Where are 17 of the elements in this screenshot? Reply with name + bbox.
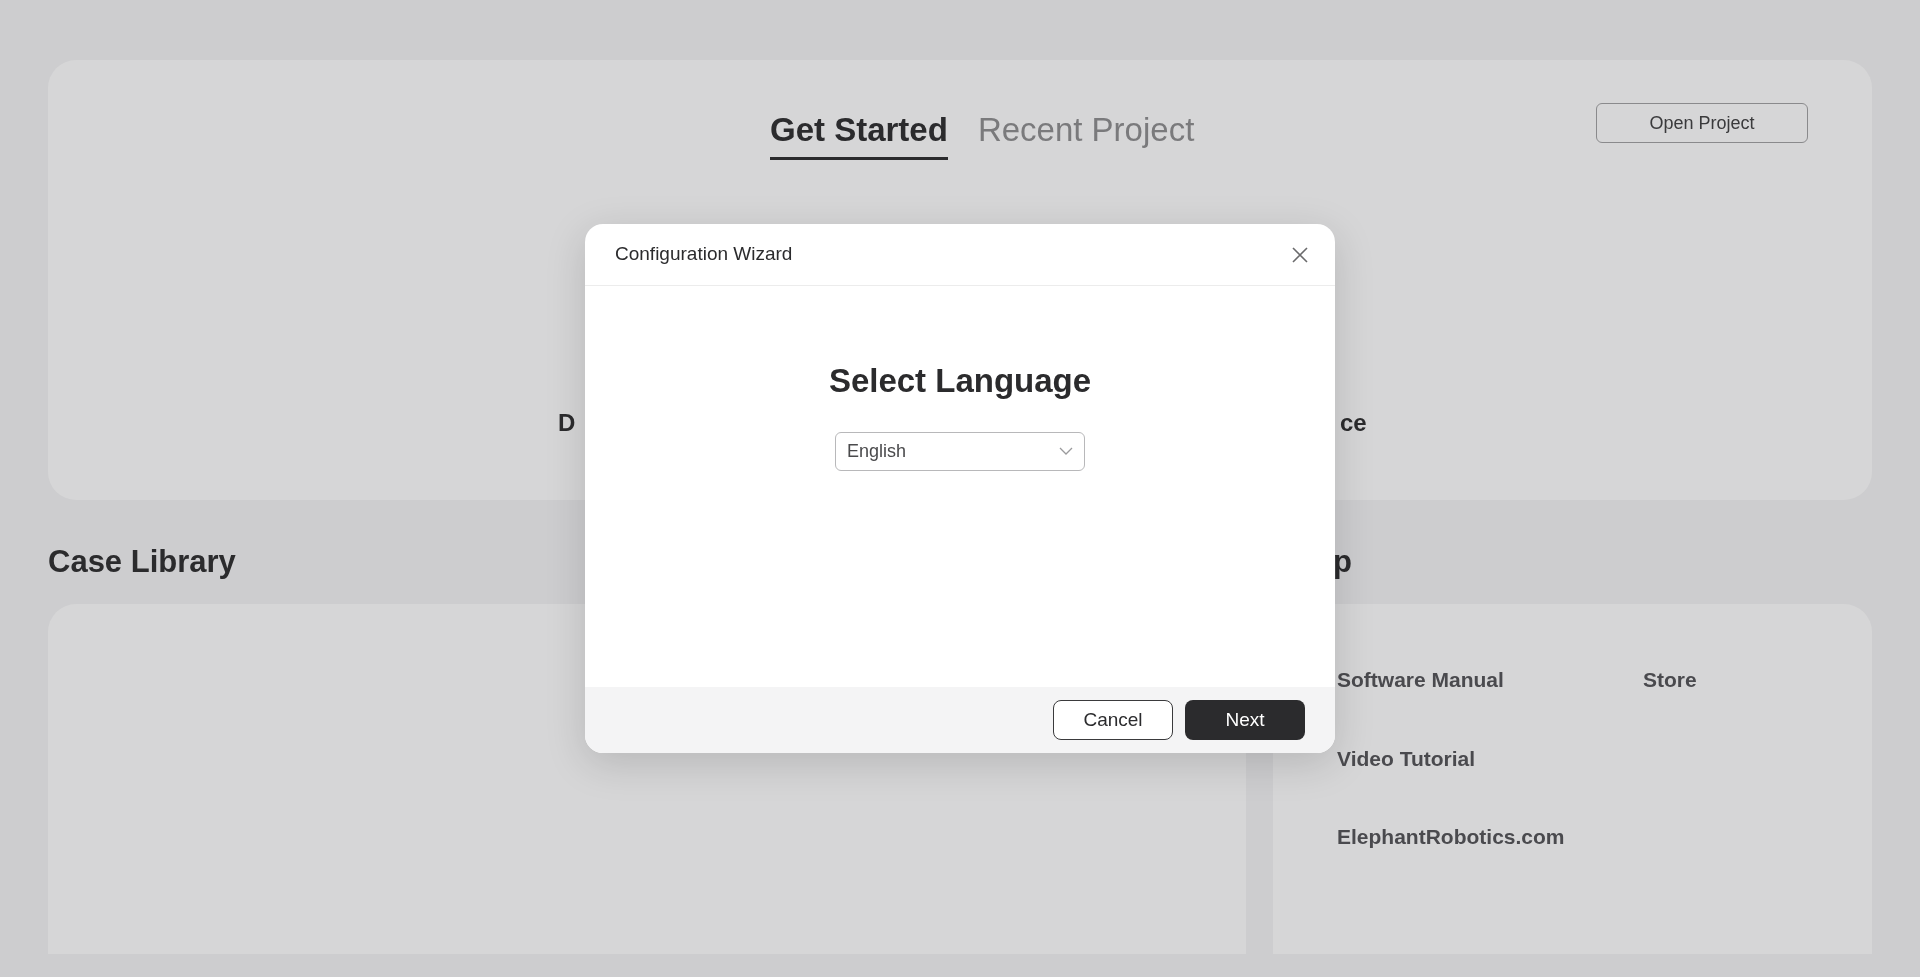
tab[interactable]: Get Started — [770, 105, 948, 160]
close-icon[interactable] — [1291, 245, 1309, 264]
help-link[interactable]: Store — [1643, 664, 1697, 696]
language-select[interactable]: English — [835, 431, 1085, 471]
section-title: Case Library — [48, 542, 237, 581]
dialog-heading: Select Language — [828, 361, 1092, 401]
help-link[interactable]: Video Tutorial — [1337, 742, 1476, 774]
help-link[interactable]: ElephantRobotics.com — [1337, 821, 1565, 853]
chevron-down-icon — [1059, 447, 1073, 455]
dialog-title: Configuration Wizard — [615, 242, 793, 267]
option-label: D — [558, 408, 576, 438]
help-link[interactable]: Software Manual — [1337, 664, 1504, 696]
option-label: ce — [1340, 408, 1367, 438]
section-title: p — [1332, 542, 1352, 581]
open-project-button[interactable]: Open Project — [1596, 103, 1808, 143]
next-button[interactable]: Next — [1185, 700, 1305, 740]
cancel-button[interactable]: Cancel — [1053, 700, 1173, 740]
